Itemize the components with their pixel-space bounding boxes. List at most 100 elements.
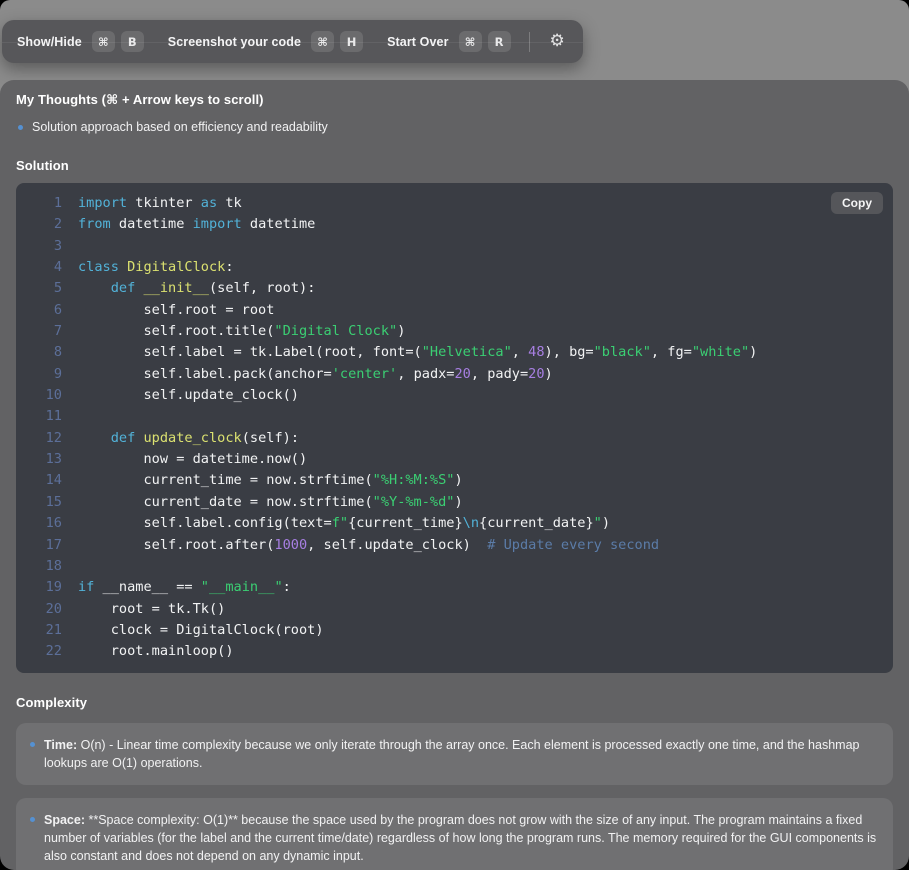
bullet-dot [30,742,35,747]
line-number: 21 [16,620,62,641]
code-line: 2 from datetime import datetime [16,214,893,235]
code-line: 19 if __name__ == "__main__": [16,577,893,598]
command-toolbar: Show/Hide ⌘ B Screenshot your code ⌘ H Start O… [2,20,583,63]
code-text: def __init__(self, root): [78,278,315,299]
code-text: root.mainloop() [78,641,234,662]
complexity-heading: Complexity [16,695,893,710]
code-line: 13 now = datetime.now() [16,449,893,470]
code-text: self.root = root [78,300,274,321]
toolbar-divider [529,32,530,52]
code-text: from datetime import datetime [78,214,315,235]
code-line: 6 self.root = root [16,300,893,321]
code-lines: 1 import tkinter as tk 2 from datetime impo… [16,193,893,663]
complexity-label: Time: [44,738,77,752]
bullet-dot [18,125,23,130]
line-number: 19 [16,577,62,598]
code-line: 21 clock = DigitalClock(root) [16,620,893,641]
thought-item: Solution approach based on efficiency an… [16,119,893,136]
show-hide-label: Show/Hide [17,35,82,49]
code-block: Copy 1 import tkinter as tk 2 from datetime… [16,183,893,673]
line-number: 1 [16,193,62,214]
screenshot-code-button[interactable]: Screenshot your code ⌘ H [168,31,363,52]
code-text: import tkinter as tk [78,193,242,214]
bullet-dot [30,817,35,822]
complexity-text: Space: **Space complexity: O(1)** becaus… [44,811,877,865]
code-text: def update_clock(self): [78,428,299,449]
code-line: 18 [16,556,893,577]
code-text: now = datetime.now() [78,449,307,470]
shortcut-key-badge: ⌘ [311,31,334,52]
solution-heading: Solution [16,158,893,173]
complexity-list: Time: O(n) - Linear time complexity beca… [16,723,893,870]
line-number: 13 [16,449,62,470]
code-text: class DigitalClock: [78,257,234,278]
line-number: 8 [16,342,62,363]
code-text: self.update_clock() [78,385,299,406]
line-number: 5 [16,278,62,299]
copy-button[interactable]: Copy [831,192,883,214]
code-line: 9 self.label.pack(anchor='center', padx=… [16,364,893,385]
line-number: 9 [16,364,62,385]
line-number: 6 [16,300,62,321]
thoughts-heading: My Thoughts (⌘ + Arrow keys to scroll) [16,92,893,108]
code-line: 8 self.label = tk.Label(root, font=("Hel… [16,342,893,363]
code-line: 4 class DigitalClock: [16,257,893,278]
code-line: 20 root = tk.Tk() [16,599,893,620]
code-text: current_date = now.strftime("%Y-%m-%d") [78,492,463,513]
code-line: 11 [16,406,893,427]
complexity-text: Time: O(n) - Linear time complexity beca… [44,736,877,772]
line-number: 22 [16,641,62,662]
code-line: 16 self.label.config(text=f"{current_tim… [16,513,893,534]
show-hide-button[interactable]: Show/Hide ⌘ B [17,31,144,52]
line-number: 7 [16,321,62,342]
thoughts-list: Solution approach based on efficiency an… [16,119,893,136]
complexity-space-card: Space: **Space complexity: O(1)** becaus… [16,798,893,870]
complexity-label: Space: [44,813,85,827]
line-number: 16 [16,513,62,534]
line-number: 17 [16,535,62,556]
line-number: 12 [16,428,62,449]
code-text: root = tk.Tk() [78,599,225,620]
line-number: 11 [16,406,62,427]
line-number: 2 [16,214,62,235]
code-line: 14 current_time = now.strftime("%H:%M:%S… [16,470,893,491]
line-number: 10 [16,385,62,406]
code-line: 17 self.root.after(1000, self.update_clo… [16,535,893,556]
app-window: Show/Hide ⌘ B Screenshot your code ⌘ H Start O… [0,0,909,870]
code-line: 3 [16,236,893,257]
main-panel: My Thoughts (⌘ + Arrow keys to scroll) S… [0,80,909,870]
complexity-time-card: Time: O(n) - Linear time complexity beca… [16,723,893,785]
shortcut-key-badge: ⌘ [459,31,482,52]
line-number: 18 [16,556,62,577]
line-number: 3 [16,236,62,257]
complexity-row: Time: O(n) - Linear time complexity beca… [28,736,877,772]
code-line: 5 def __init__(self, root): [16,278,893,299]
code-text: self.label.pack(anchor='center', padx=20… [78,364,553,385]
line-number: 4 [16,257,62,278]
thought-text: Solution approach based on efficiency an… [32,119,328,136]
code-line: 12 def update_clock(self): [16,428,893,449]
code-text: self.label = tk.Label(root, font=("Helve… [78,342,757,363]
shortcut-key-badge: H [340,31,363,52]
code-text: current_time = now.strftime("%H:%M:%S") [78,470,463,491]
code-line: 15 current_date = now.strftime("%Y-%m-%d… [16,492,893,513]
shortcut-key-badge: R [488,31,511,52]
line-number: 20 [16,599,62,620]
start-over-label: Start Over [387,35,448,49]
line-number: 15 [16,492,62,513]
complexity-row: Space: **Space complexity: O(1)** becaus… [28,811,877,865]
code-text: if __name__ == "__main__": [78,577,291,598]
code-line: 1 import tkinter as tk [16,193,893,214]
line-number: 14 [16,470,62,491]
settings-gear-icon[interactable]: ⚙ [548,31,567,52]
toolbar-groups: Show/Hide ⌘ B Screenshot your code ⌘ H Start O… [17,31,511,52]
code-text: clock = DigitalClock(root) [78,620,324,641]
code-text: self.label.config(text=f"{current_time}\… [78,513,610,534]
shortcut-key-badge: ⌘ [92,31,115,52]
code-line: 22 root.mainloop() [16,641,893,662]
code-text: self.root.title("Digital Clock") [78,321,405,342]
start-over-button[interactable]: Start Over ⌘ R [387,31,510,52]
screenshot-code-label: Screenshot your code [168,35,301,49]
shortcut-key-badge: B [121,31,144,52]
code-line: 7 self.root.title("Digital Clock") [16,321,893,342]
